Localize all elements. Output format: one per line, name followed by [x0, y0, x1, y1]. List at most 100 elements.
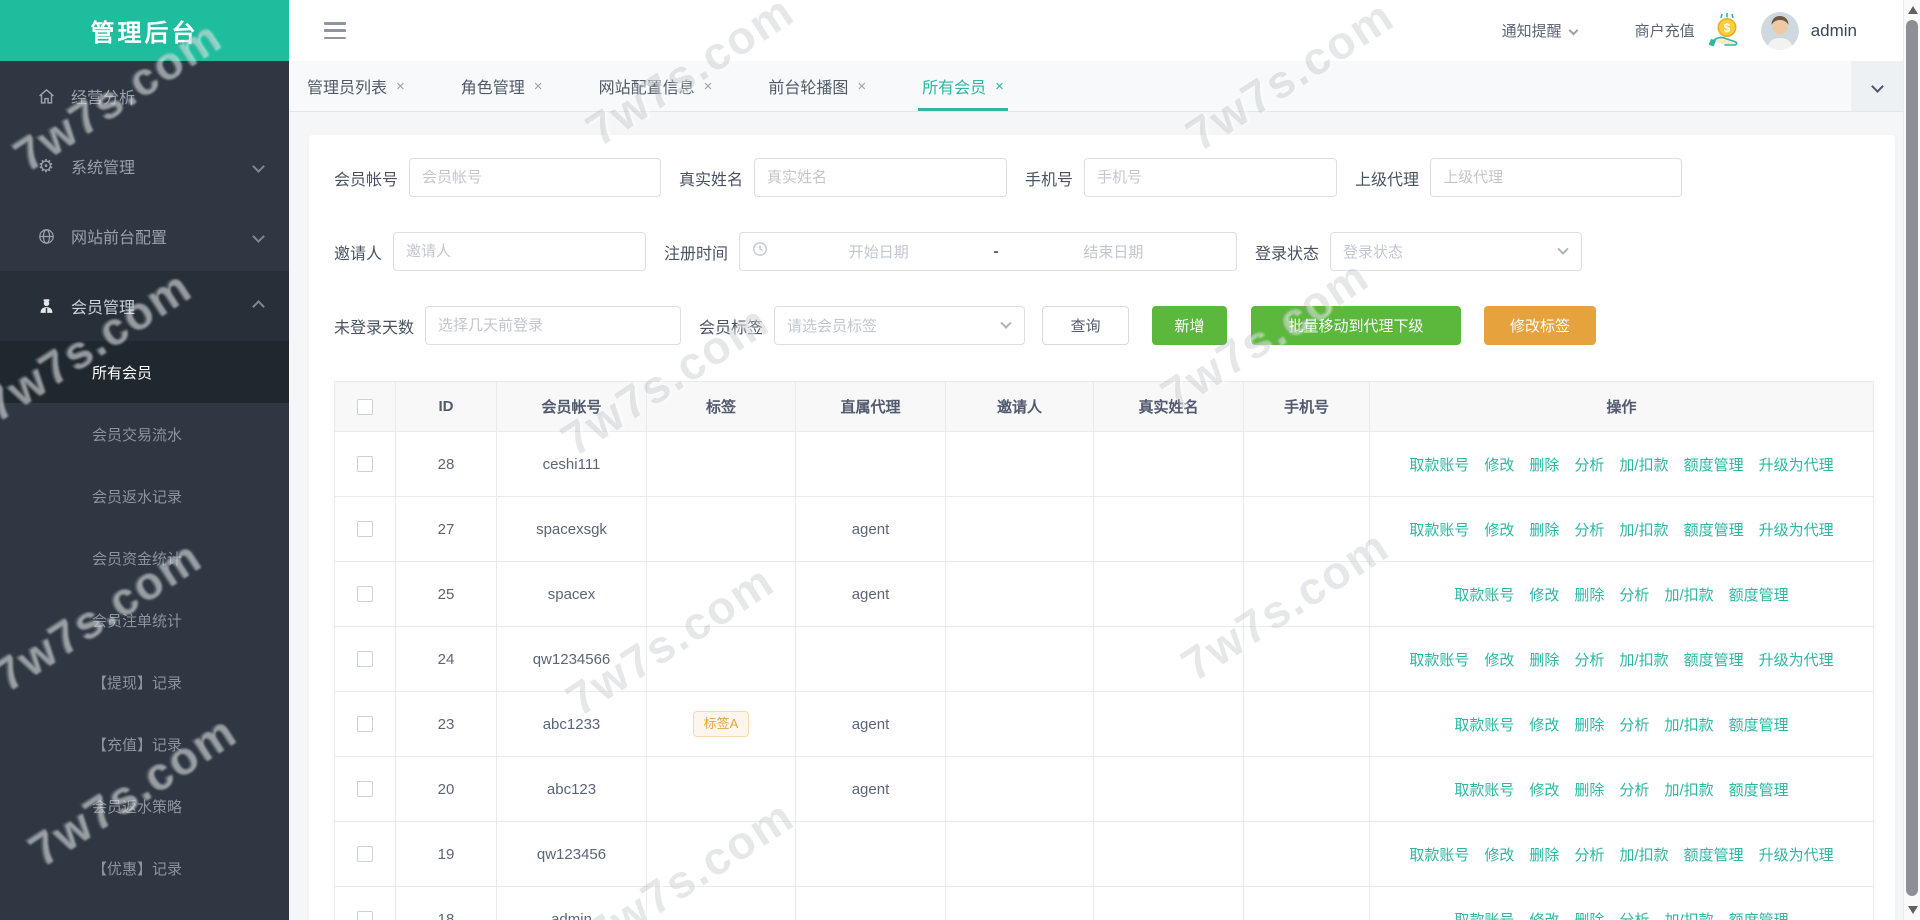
tab-carousel[interactable]: 前台轮播图 ×	[768, 61, 866, 111]
action-link[interactable]: 加/扣款	[1619, 519, 1668, 540]
notifications-dropdown[interactable]: 通知提醒	[1502, 20, 1579, 41]
select-all-checkbox[interactable]	[357, 398, 373, 415]
login-status-select[interactable]: 登录状态	[1330, 232, 1583, 271]
sidebar-subitem-rebate-strategy[interactable]: 会员返水策略	[0, 775, 289, 837]
action-link[interactable]: 额度管理	[1729, 909, 1789, 920]
row-checkbox[interactable]	[357, 846, 373, 862]
sidebar-subitem-withdraw-records[interactable]: 【提现】记录	[0, 651, 289, 713]
action-link[interactable]: 修改	[1484, 649, 1514, 670]
action-link[interactable]: 修改	[1529, 909, 1559, 920]
close-icon[interactable]: ×	[857, 78, 866, 95]
batch-move-to-agent-button[interactable]: 批量移动到代理下级	[1251, 306, 1462, 345]
close-icon[interactable]: ×	[704, 78, 713, 95]
action-link[interactable]: 删除	[1529, 649, 1559, 670]
action-link[interactable]: 加/扣款	[1619, 844, 1668, 865]
add-member-button[interactable]: 新增	[1152, 306, 1228, 345]
action-link[interactable]: 取款账号	[1454, 909, 1514, 920]
action-link[interactable]: 分析	[1619, 584, 1649, 605]
tab-all-members[interactable]: 所有会员 ×	[918, 61, 1008, 111]
tab-site-config[interactable]: 网站配置信息 ×	[599, 61, 713, 111]
row-checkbox[interactable]	[357, 456, 373, 472]
sidebar-subitem-funds-stats[interactable]: 会员资金统计	[0, 527, 289, 589]
action-link[interactable]: 取款账号	[1409, 649, 1469, 670]
search-button[interactable]: 查询	[1042, 306, 1130, 345]
sidebar-subitem-promo-records[interactable]: 【优惠】记录	[0, 837, 289, 899]
action-link[interactable]: 加/扣款	[1664, 714, 1713, 735]
action-link[interactable]: 修改	[1484, 844, 1514, 865]
tab-admin-list[interactable]: 管理员列表 ×	[307, 61, 405, 111]
action-link[interactable]: 额度管理	[1684, 454, 1744, 475]
action-link[interactable]: 分析	[1619, 909, 1649, 920]
action-link[interactable]: 修改	[1529, 584, 1559, 605]
action-link[interactable]: 删除	[1529, 844, 1559, 865]
action-link[interactable]: 删除	[1574, 779, 1604, 800]
action-link[interactable]: 升级为代理	[1759, 649, 1834, 670]
row-checkbox[interactable]	[357, 911, 373, 920]
action-link[interactable]: 额度管理	[1684, 649, 1744, 670]
hamburger-menu-icon[interactable]	[324, 22, 346, 39]
sidebar-subitem-all-members[interactable]: 所有会员	[0, 341, 289, 403]
action-link[interactable]: 额度管理	[1729, 779, 1789, 800]
sidebar-subitem-bet-stats[interactable]: 会员注单统计	[0, 589, 289, 651]
scroll-down-arrow[interactable]	[1908, 906, 1918, 914]
merchant-recharge-link[interactable]: 商户充值	[1635, 20, 1695, 41]
action-link[interactable]: 加/扣款	[1619, 649, 1668, 670]
scroll-up-arrow[interactable]	[1908, 6, 1918, 14]
action-link[interactable]: 升级为代理	[1759, 844, 1834, 865]
username-label[interactable]: admin	[1811, 21, 1857, 41]
scrollbar-thumb[interactable]	[1906, 20, 1918, 896]
action-link[interactable]: 修改	[1484, 454, 1514, 475]
row-checkbox[interactable]	[357, 586, 373, 602]
action-link[interactable]: 修改	[1529, 779, 1559, 800]
member-tag-select[interactable]: 请选会员标签	[774, 306, 1026, 345]
action-link[interactable]: 升级为代理	[1759, 454, 1834, 475]
action-link[interactable]: 额度管理	[1729, 714, 1789, 735]
close-icon[interactable]: ×	[396, 78, 405, 95]
action-link[interactable]: 额度管理	[1684, 844, 1744, 865]
user-avatar[interactable]	[1760, 11, 1799, 50]
action-link[interactable]: 取款账号	[1409, 844, 1469, 865]
action-link[interactable]: 取款账号	[1409, 519, 1469, 540]
real-name-input[interactable]	[754, 158, 1008, 197]
sidebar-item-member-management[interactable]: 会员管理	[0, 271, 289, 341]
days-not-logged-in-input[interactable]	[425, 306, 682, 345]
action-link[interactable]: 加/扣款	[1664, 909, 1713, 920]
register-time-range-picker[interactable]: 开始日期 - 结束日期	[739, 232, 1238, 271]
action-link[interactable]: 升级为代理	[1759, 519, 1834, 540]
sidebar-item-site-frontend-config[interactable]: 网站前台配置	[0, 201, 289, 271]
action-link[interactable]: 取款账号	[1409, 454, 1469, 475]
action-link[interactable]: 分析	[1574, 649, 1604, 670]
action-link[interactable]: 加/扣款	[1664, 779, 1713, 800]
phone-input[interactable]	[1084, 158, 1338, 197]
coin-hand-icon[interactable]: $	[1708, 12, 1745, 50]
action-link[interactable]: 删除	[1529, 454, 1559, 475]
sidebar-subitem-rebate-records[interactable]: 会员返水记录	[0, 465, 289, 527]
action-link[interactable]: 删除	[1529, 519, 1559, 540]
action-link[interactable]: 加/扣款	[1619, 454, 1668, 475]
inviter-input[interactable]	[393, 232, 647, 271]
action-link[interactable]: 取款账号	[1454, 714, 1514, 735]
sidebar-item-system-management[interactable]: ⚙ 系统管理	[0, 131, 289, 201]
tab-list-dropdown-button[interactable]	[1851, 61, 1903, 111]
sidebar-subitem-recharge-records[interactable]: 【充值】记录	[0, 713, 289, 775]
row-checkbox[interactable]	[357, 716, 373, 732]
sidebar-item-business-analysis[interactable]: 经营分析	[0, 61, 289, 131]
close-icon[interactable]: ×	[534, 78, 543, 95]
action-link[interactable]: 加/扣款	[1664, 584, 1713, 605]
sidebar-subitem-transaction-flow[interactable]: 会员交易流水	[0, 403, 289, 465]
action-link[interactable]: 删除	[1574, 584, 1604, 605]
action-link[interactable]: 删除	[1574, 714, 1604, 735]
action-link[interactable]: 修改	[1484, 519, 1514, 540]
row-checkbox[interactable]	[357, 651, 373, 667]
action-link[interactable]: 分析	[1619, 779, 1649, 800]
action-link[interactable]: 额度管理	[1684, 519, 1744, 540]
close-icon[interactable]: ×	[995, 78, 1004, 95]
action-link[interactable]: 取款账号	[1454, 584, 1514, 605]
parent-agent-input[interactable]	[1430, 158, 1683, 197]
action-link[interactable]: 取款账号	[1454, 779, 1514, 800]
action-link[interactable]: 修改	[1529, 714, 1559, 735]
action-link[interactable]: 分析	[1574, 454, 1604, 475]
tab-role-management[interactable]: 角色管理 ×	[461, 61, 543, 111]
action-link[interactable]: 分析	[1574, 519, 1604, 540]
edit-tag-button[interactable]: 修改标签	[1484, 306, 1597, 345]
